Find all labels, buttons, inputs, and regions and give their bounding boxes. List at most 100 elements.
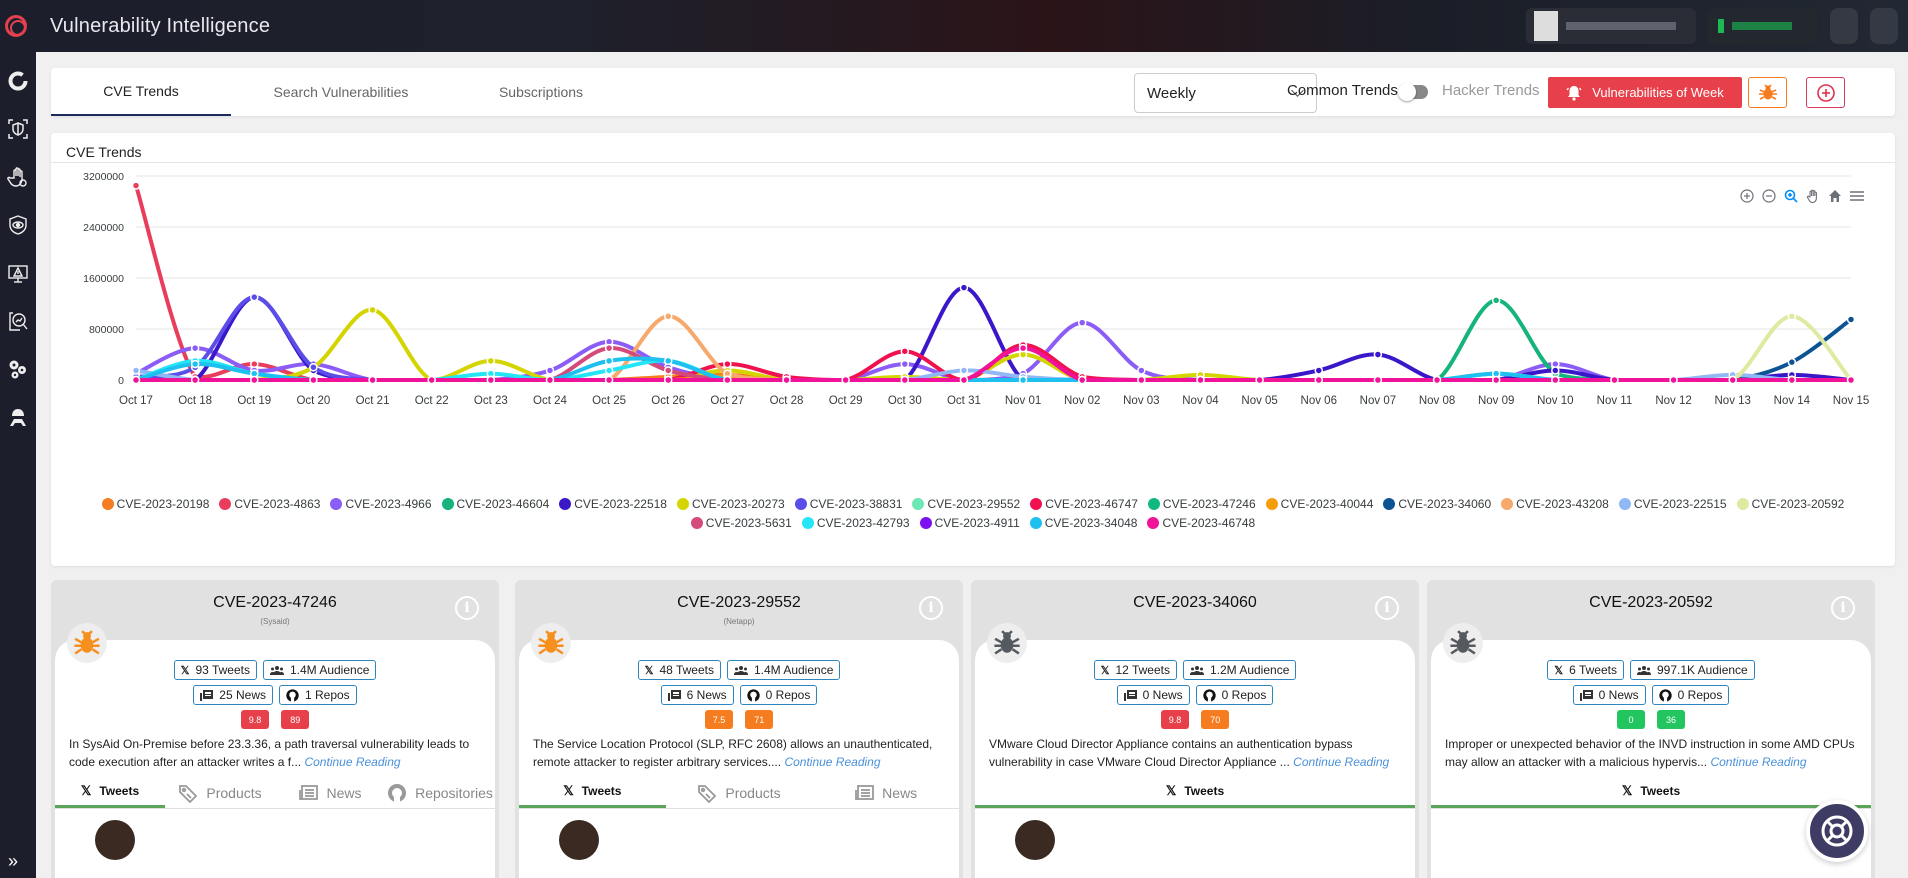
data-point[interactable]: [250, 292, 259, 302]
tab-search-vulnerabilities[interactable]: Search Vulnerabilities: [231, 68, 451, 116]
news-count-chip[interactable]: 6 News: [660, 685, 734, 705]
card-tab-tweets[interactable]: 𝕏 Tweets: [519, 777, 666, 808]
data-point[interactable]: [1077, 375, 1087, 385]
legend-item[interactable]: CVE-2023-46747: [1030, 497, 1138, 511]
card-tab-tweets[interactable]: 𝕏 Tweets: [55, 777, 165, 808]
repos-count-chip[interactable]: 0 Repos: [1195, 685, 1274, 705]
repos-count-chip[interactable]: 1 Repos: [278, 685, 357, 705]
user-menu[interactable]: [1526, 8, 1696, 44]
tweets-count-chip[interactable]: 𝕏 93 Tweets: [173, 660, 257, 680]
data-point[interactable]: [723, 375, 732, 385]
data-point[interactable]: [900, 359, 910, 369]
data-point[interactable]: [1314, 366, 1324, 375]
audience-chip[interactable]: 997.1K Audience: [1629, 660, 1755, 680]
menu-icon[interactable]: [1849, 188, 1865, 204]
legend-item[interactable]: CVE-2023-4911: [919, 516, 1020, 530]
data-point[interactable]: [1432, 375, 1442, 385]
data-point[interactable]: [723, 359, 732, 369]
data-point[interactable]: [131, 375, 141, 385]
audience-chip[interactable]: 1.2M Audience: [1182, 660, 1297, 680]
data-point[interactable]: [604, 366, 614, 375]
data-point[interactable]: [545, 366, 555, 375]
audience-chip[interactable]: 1.4M Audience: [726, 660, 841, 680]
continue-reading-link[interactable]: Continue Reading: [784, 755, 880, 769]
data-point[interactable]: [604, 375, 614, 385]
settings-gears-icon[interactable]: [5, 356, 31, 382]
data-point[interactable]: [1137, 366, 1146, 375]
vulnerabilities-of-week-button[interactable]: Vulnerabilities of Week: [1548, 77, 1742, 108]
notification-icon[interactable]: [1830, 8, 1858, 44]
series-cve-2023-46604[interactable]: [131, 296, 1856, 385]
tweet-author-avatar[interactable]: [1015, 820, 1055, 860]
data-point[interactable]: [841, 375, 850, 385]
data-point[interactable]: [190, 343, 200, 353]
data-point[interactable]: [190, 375, 200, 385]
settings-icon[interactable]: [1870, 8, 1898, 44]
info-icon[interactable]: i: [1375, 596, 1399, 620]
data-point[interactable]: [131, 366, 141, 375]
legend-item[interactable]: CVE-2023-42793: [801, 516, 910, 530]
legend-item[interactable]: CVE-2023-4966: [330, 497, 432, 511]
legend-item[interactable]: CVE-2023-22515: [1618, 497, 1727, 511]
card-tab-news[interactable]: News: [275, 777, 385, 808]
data-point[interactable]: [1196, 375, 1205, 385]
legend-item[interactable]: CVE-2023-47246: [1147, 497, 1256, 511]
data-point[interactable]: [1610, 375, 1619, 385]
expand-sidebar-icon[interactable]: »: [8, 851, 18, 872]
data-point[interactable]: [1137, 375, 1146, 385]
legend-item[interactable]: CVE-2023-22518: [559, 497, 667, 511]
data-point[interactable]: [427, 375, 436, 385]
data-point[interactable]: [1373, 350, 1383, 359]
news-count-chip[interactable]: 25 News: [193, 685, 273, 705]
dashboard-icon[interactable]: [5, 68, 31, 94]
legend-item[interactable]: CVE-2023-46604: [441, 497, 549, 511]
data-point[interactable]: [1787, 357, 1797, 367]
legend-item[interactable]: CVE-2023-43208: [1501, 497, 1609, 511]
data-point[interactable]: [1551, 366, 1560, 375]
series-cve-2023-4863[interactable]: [131, 181, 1856, 385]
news-count-chip[interactable]: 0 News: [1116, 685, 1190, 705]
tweet-author-avatar[interactable]: [559, 820, 599, 860]
card-tab-tweets[interactable]: 𝕏 Tweets: [1431, 777, 1871, 808]
status-indicator[interactable]: [1708, 8, 1818, 44]
tab-subscriptions[interactable]: Subscriptions: [451, 68, 631, 116]
legend-item[interactable]: CVE-2023-4863: [219, 497, 320, 511]
data-point[interactable]: [663, 366, 673, 375]
series-cve-2023-22518[interactable]: [131, 283, 1856, 385]
data-point[interactable]: [663, 375, 673, 385]
hacker-icon[interactable]: [5, 404, 31, 430]
data-point[interactable]: [1314, 375, 1324, 385]
card-tab-products[interactable]: Products: [666, 777, 813, 808]
card-tab-news[interactable]: News: [812, 777, 959, 808]
legend-item[interactable]: CVE-2023-34060: [1383, 497, 1491, 511]
help-support-button[interactable]: [1806, 800, 1868, 862]
legend-item[interactable]: CVE-2023-20198: [101, 497, 209, 511]
data-point[interactable]: [900, 347, 910, 356]
data-point[interactable]: [486, 375, 496, 385]
data-point[interactable]: [604, 356, 614, 366]
data-point[interactable]: [1491, 375, 1501, 385]
data-point[interactable]: [1255, 375, 1264, 385]
data-point[interactable]: [1669, 375, 1678, 385]
zoom-out-icon[interactable]: [1761, 188, 1777, 204]
repos-count-chip[interactable]: 0 Repos: [739, 685, 818, 705]
continue-reading-link[interactable]: Continue Reading: [1710, 755, 1806, 769]
zoom-in-icon[interactable]: [1739, 188, 1755, 204]
data-point[interactable]: [959, 283, 969, 292]
legend-item[interactable]: CVE-2023-40044: [1265, 497, 1373, 511]
data-point[interactable]: [1018, 375, 1028, 385]
shield-scan-icon[interactable]: [5, 116, 31, 142]
legend-item[interactable]: CVE-2023-46748: [1147, 516, 1255, 530]
info-icon[interactable]: i: [1831, 596, 1855, 620]
legend-item[interactable]: CVE-2023-20592: [1736, 497, 1844, 511]
data-point[interactable]: [190, 359, 200, 369]
app-logo-icon[interactable]: [5, 15, 27, 37]
data-point[interactable]: [959, 375, 969, 385]
info-icon[interactable]: i: [919, 596, 943, 620]
data-point[interactable]: [368, 375, 377, 385]
alert-monitor-icon[interactable]: [5, 260, 31, 286]
continue-reading-link[interactable]: Continue Reading: [304, 755, 400, 769]
series-cve-2023-38831[interactable]: [131, 292, 1856, 385]
reset-home-icon[interactable]: [1827, 188, 1843, 204]
data-point[interactable]: [604, 343, 614, 353]
